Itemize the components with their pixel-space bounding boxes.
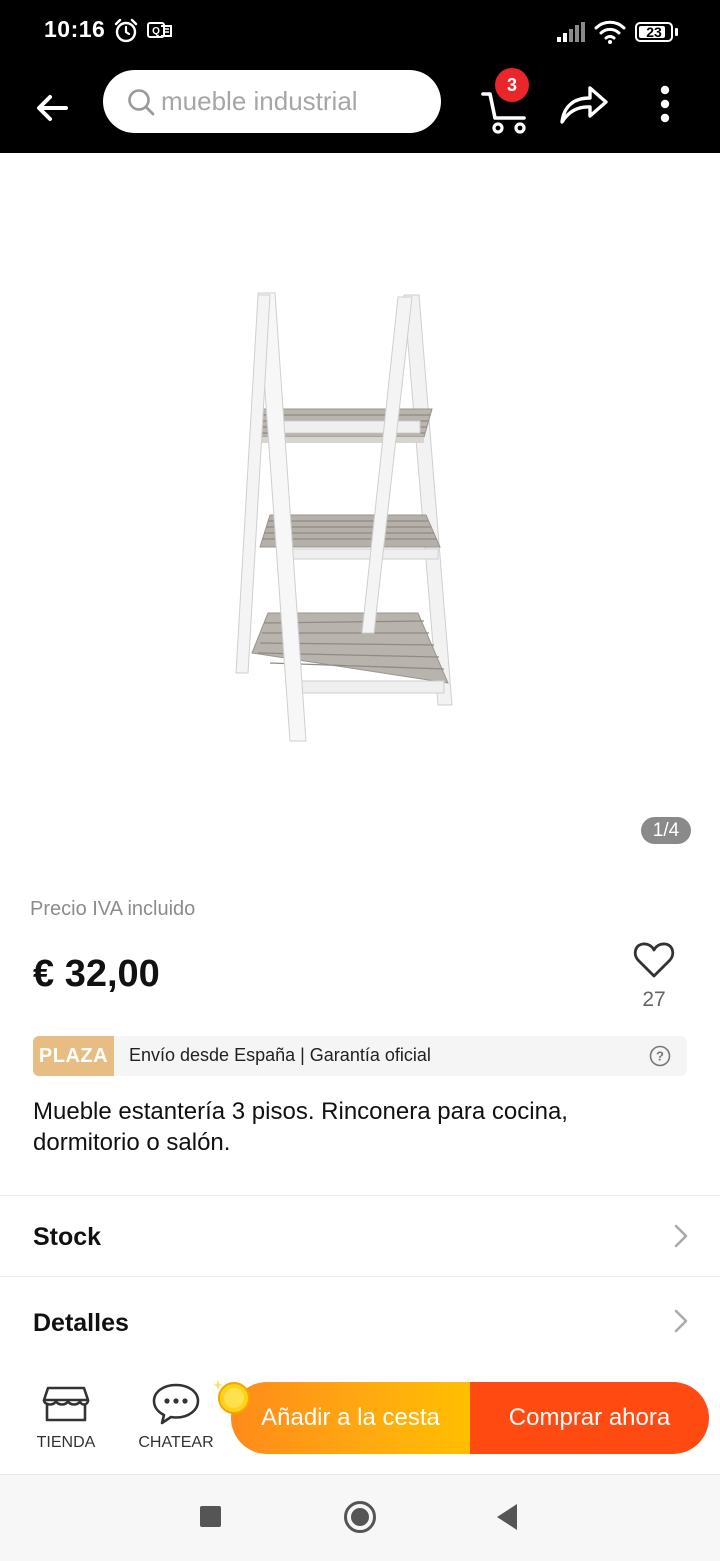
favorite-button[interactable] (632, 938, 676, 982)
plaza-info-text: Envío desde España | Garantía oficial (129, 1045, 431, 1065)
back-button[interactable] (28, 84, 76, 132)
chat-icon (152, 1383, 200, 1425)
image-pager: 1/4 (641, 817, 691, 844)
more-vertical-icon (660, 85, 670, 123)
share-icon (560, 86, 608, 124)
details-row[interactable]: Detalles (0, 1277, 720, 1357)
battery-percent: 23 (646, 24, 662, 40)
search-icon (128, 89, 155, 116)
chat-button[interactable]: CHATEAR (136, 1382, 216, 1458)
back-arrow-icon (37, 95, 68, 121)
heart-icon (633, 942, 675, 978)
buy-now-button[interactable]: Comprar ahora (470, 1382, 709, 1454)
home-button[interactable] (343, 1500, 377, 1534)
nav-back-button[interactable] (495, 1502, 519, 1532)
tax-note: Precio IVA incluido (30, 898, 196, 920)
chevron-right-icon (674, 1224, 688, 1248)
search-box[interactable] (103, 70, 441, 133)
top-app-bar: 3 (0, 64, 720, 153)
details-label: Detalles (33, 1309, 129, 1337)
plaza-badge: PLAZA (33, 1036, 114, 1076)
wifi-icon (594, 20, 626, 44)
status-time: 10:16 (44, 16, 106, 42)
help-icon[interactable]: ? (649, 1045, 671, 1067)
favorite-count: 27 (642, 988, 666, 1011)
product-photo (235, 292, 453, 742)
stock-label: Stock (33, 1223, 102, 1251)
store-button[interactable]: TIENDA (26, 1382, 106, 1458)
stock-row[interactable]: Stock (0, 1196, 720, 1276)
chevron-right-icon (674, 1309, 688, 1333)
product-title: Mueble estantería 3 pisos. Rinconera par… (33, 1098, 568, 1156)
status-bar: 10:16 Q 23 (0, 0, 720, 64)
add-to-cart-button[interactable]: Añadir a la cesta (231, 1382, 470, 1454)
alarm-icon (114, 18, 138, 43)
notification-app-icon: Q (147, 22, 172, 38)
recent-apps-button[interactable] (200, 1506, 221, 1527)
svg-text:?: ? (656, 1049, 664, 1064)
price: € 32,00 (33, 953, 160, 995)
signal-icon (557, 22, 585, 42)
share-button[interactable] (558, 82, 610, 126)
store-icon (42, 1386, 90, 1422)
cart-count-badge: 3 (495, 68, 529, 102)
more-options-button[interactable] (650, 82, 680, 134)
coin-icon (213, 1380, 250, 1414)
chat-label: CHATEAR (138, 1434, 214, 1451)
store-label: TIENDA (36, 1434, 96, 1451)
search-input[interactable] (161, 78, 431, 124)
product-image-gallery[interactable] (0, 153, 720, 865)
svg-text:Q: Q (152, 26, 160, 37)
battery-nub (675, 28, 678, 36)
